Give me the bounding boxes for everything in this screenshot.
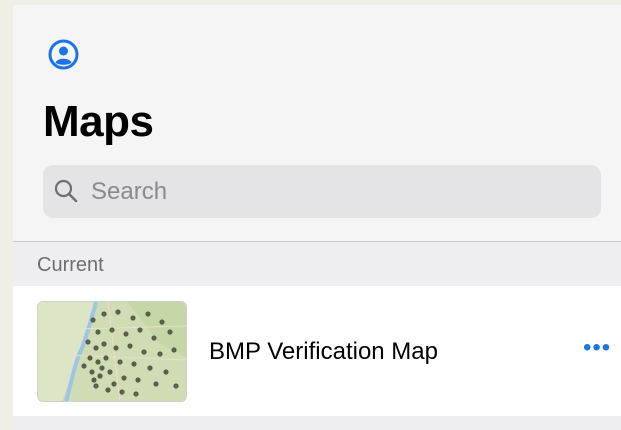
- search-bar[interactable]: [43, 165, 601, 218]
- map-thumbnail: [37, 301, 187, 402]
- list-item[interactable]: BMP Verification Map •••: [13, 286, 621, 416]
- more-ellipsis-icon[interactable]: •••: [583, 336, 611, 360]
- map-title: BMP Verification Map: [209, 338, 438, 365]
- maps-panel: Maps Current: [13, 5, 621, 430]
- search-icon: [54, 179, 78, 203]
- section-footer: [13, 416, 621, 430]
- search-input[interactable]: [89, 173, 593, 211]
- page-title: Maps: [43, 97, 154, 146]
- section-header-label: Current: [37, 254, 104, 276]
- person-circle-icon[interactable]: [48, 39, 79, 70]
- section-header-current: Current: [13, 241, 621, 286]
